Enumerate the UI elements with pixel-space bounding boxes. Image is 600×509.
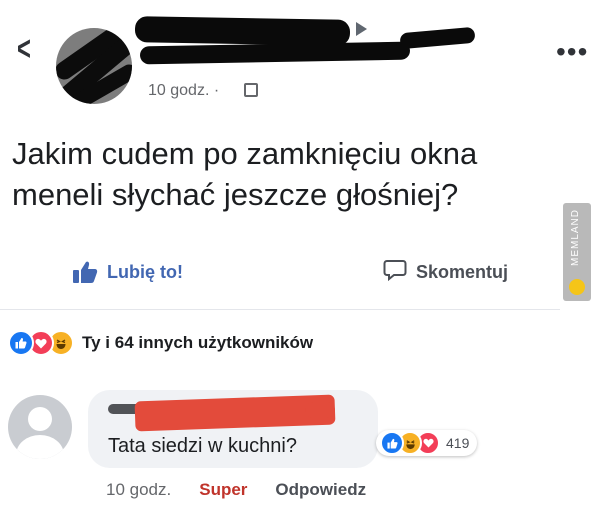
memland-watermark: MEMLAND [563,203,591,301]
post-text: Jakim cudem po zamknięciu okna meneli sł… [12,136,478,212]
default-avatar-body [16,435,64,459]
friends-icon [244,83,258,97]
like-label: Lubię to! [107,261,183,282]
like-button[interactable]: Lubię to! [72,258,183,286]
comment-bubble-icon [383,258,407,287]
super-reaction-button[interactable]: Super [199,480,247,500]
more-options-icon[interactable]: ••• [556,38,588,66]
comment-text: Tata siedzi w kuchni? [108,435,297,457]
like-reaction-icon [380,431,404,455]
back-chevron-left-icon[interactable]: < [17,32,31,66]
commenter-name-redacted [305,402,335,418]
play-arrow-icon [356,22,367,36]
smile-icon [569,279,585,295]
author-avatar[interactable] [56,28,132,104]
like-reaction-icon [8,330,34,356]
post-timestamp: 10 godz. · [148,82,220,99]
comment-timestamp: 10 godz. [106,480,172,499]
reactions-summary-text: Ty i 64 innych użytkowników [82,333,314,352]
thumbs-up-icon [72,260,98,284]
comment-reactions[interactable]: 419 [376,430,478,456]
comment-reaction-count: 419 [446,435,470,451]
reactions-summary[interactable]: Ty i 64 innych użytkowników [8,330,313,356]
author-name-redacted [134,16,351,46]
default-avatar-head [28,407,52,431]
comment-label: Skomentuj [416,261,509,282]
divider [0,309,560,310]
comment-button[interactable]: Skomentuj [383,258,508,286]
comment-meta: 10 godz. Super Odpowiedz [106,480,366,500]
group-name-redacted [399,26,476,50]
commenter-avatar[interactable] [8,395,72,459]
reply-button[interactable]: Odpowiedz [275,480,366,500]
author-name-redacted [139,41,411,65]
